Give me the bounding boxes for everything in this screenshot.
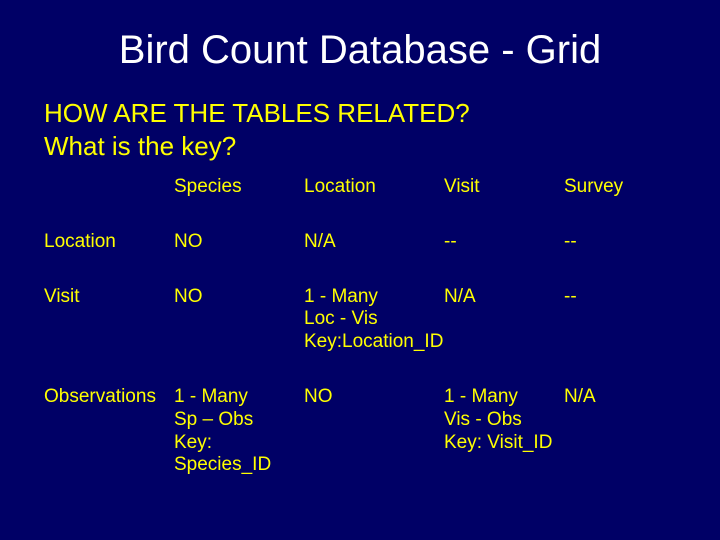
cell-location-visit: -- — [444, 225, 564, 280]
relationship-grid: Species Location Visit Survey Location N… — [44, 170, 676, 503]
cell-observations-visit: 1 - Many Vis - Obs Key: Visit_ID — [444, 380, 564, 503]
cell-visit-visit: N/A — [444, 280, 564, 380]
cell-observations-species: 1 - Many Sp – Obs Key: Species_ID — [174, 380, 304, 503]
row-label-location: Location — [44, 225, 174, 280]
cell-location-species: NO — [174, 225, 304, 280]
slide: Bird Count Database - Grid HOW ARE THE T… — [0, 0, 720, 540]
cell-observations-location: NO — [304, 380, 444, 503]
row-label-visit: Visit — [44, 280, 174, 380]
cell-visit-location: 1 - Many Loc - Vis Key:Location_ID — [304, 280, 444, 380]
cell-visit-survey: -- — [564, 280, 654, 380]
question-line-2: What is the key? — [44, 130, 676, 163]
header-species: Species — [174, 170, 304, 225]
cell-location-location: N/A — [304, 225, 444, 280]
cell-visit-species: NO — [174, 280, 304, 380]
header-location: Location — [304, 170, 444, 225]
header-blank — [44, 170, 174, 225]
question-line-1: HOW ARE THE TABLES RELATED? — [44, 97, 676, 130]
question-block: HOW ARE THE TABLES RELATED? What is the … — [44, 97, 676, 162]
slide-title: Bird Count Database - Grid — [44, 28, 676, 73]
header-survey: Survey — [564, 170, 654, 225]
row-label-observations: Observations — [44, 380, 174, 503]
header-visit: Visit — [444, 170, 564, 225]
cell-location-survey: -- — [564, 225, 654, 280]
cell-observations-survey: N/A — [564, 380, 654, 503]
